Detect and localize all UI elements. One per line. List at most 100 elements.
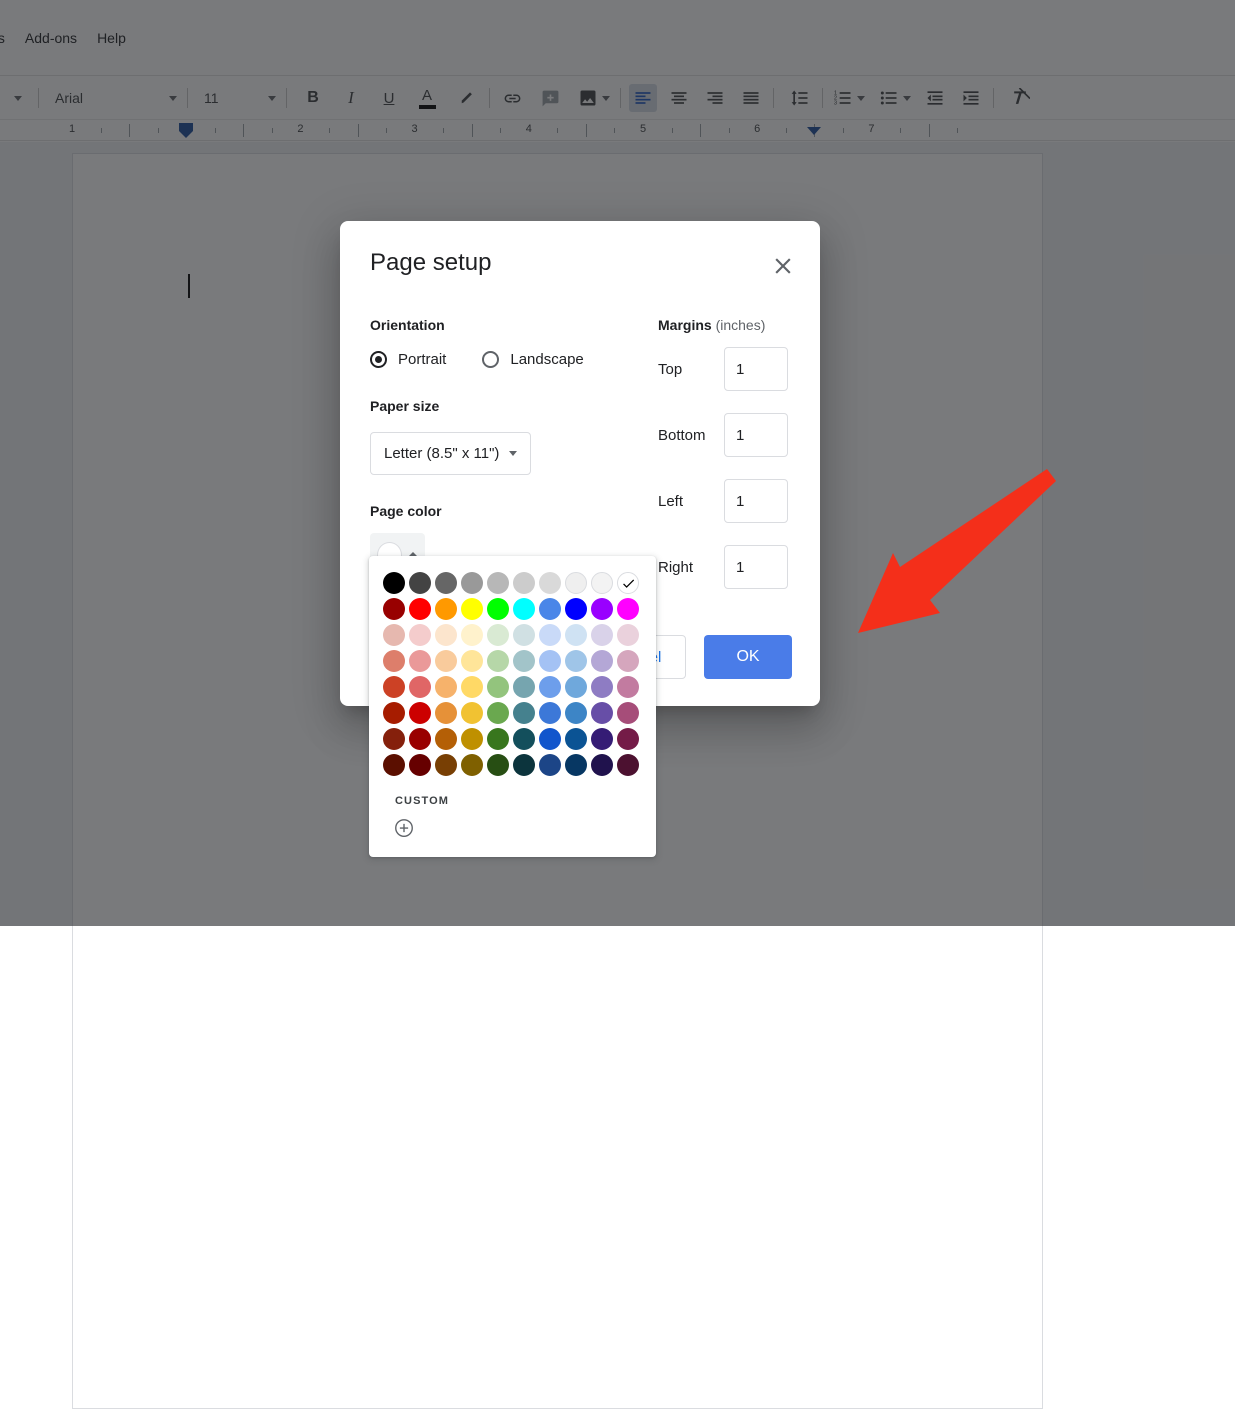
color-swatch[interactable] — [459, 648, 485, 674]
color-swatch[interactable] — [589, 570, 615, 596]
color-swatch[interactable] — [459, 700, 485, 726]
color-swatch[interactable] — [563, 700, 589, 726]
color-swatch[interactable] — [459, 674, 485, 700]
color-swatch[interactable] — [563, 726, 589, 752]
color-swatch[interactable] — [407, 648, 433, 674]
margin-input-left[interactable] — [724, 479, 788, 523]
color-swatch[interactable] — [563, 570, 589, 596]
color-swatch[interactable] — [433, 570, 459, 596]
color-swatch[interactable] — [459, 726, 485, 752]
color-swatch[interactable] — [433, 596, 459, 622]
color-swatch[interactable] — [563, 648, 589, 674]
color-swatch[interactable] — [615, 700, 641, 726]
color-swatch[interactable] — [589, 752, 615, 778]
color-swatch[interactable] — [433, 648, 459, 674]
orientation-option-landscape[interactable]: Landscape — [482, 351, 583, 368]
color-swatch[interactable] — [589, 648, 615, 674]
color-swatch[interactable] — [615, 596, 641, 622]
color-swatch-dot — [461, 728, 483, 750]
margin-input-bottom[interactable] — [724, 413, 788, 457]
color-swatch[interactable] — [563, 596, 589, 622]
color-swatch[interactable] — [485, 674, 511, 700]
color-swatch[interactable] — [485, 752, 511, 778]
color-swatch[interactable] — [407, 674, 433, 700]
color-swatch-dot — [565, 624, 587, 646]
margin-fields: TopBottomLeftRight — [658, 347, 808, 589]
color-swatch[interactable] — [511, 596, 537, 622]
color-swatch[interactable] — [381, 570, 407, 596]
ok-button[interactable]: OK — [704, 635, 792, 679]
color-swatch[interactable] — [537, 648, 563, 674]
color-swatch[interactable] — [381, 648, 407, 674]
color-swatch[interactable] — [537, 622, 563, 648]
color-swatch[interactable] — [537, 674, 563, 700]
color-swatch[interactable] — [511, 570, 537, 596]
color-swatch[interactable] — [459, 752, 485, 778]
orientation-option-portrait[interactable]: Portrait — [370, 351, 446, 368]
color-swatch[interactable] — [511, 700, 537, 726]
color-swatch[interactable] — [433, 700, 459, 726]
page-color-palette-popup: CUSTOM — [369, 556, 656, 857]
color-swatch[interactable] — [537, 752, 563, 778]
color-swatch[interactable] — [563, 674, 589, 700]
color-swatch[interactable] — [615, 622, 641, 648]
color-swatch[interactable] — [407, 570, 433, 596]
color-swatch[interactable] — [433, 622, 459, 648]
color-swatch[interactable] — [537, 700, 563, 726]
color-swatch-dot — [617, 728, 639, 750]
color-swatch[interactable] — [407, 700, 433, 726]
color-swatch[interactable] — [381, 622, 407, 648]
color-swatch[interactable] — [589, 674, 615, 700]
color-swatch[interactable] — [563, 622, 589, 648]
color-swatch[interactable] — [615, 648, 641, 674]
color-swatch[interactable] — [511, 674, 537, 700]
color-swatch[interactable] — [511, 752, 537, 778]
color-swatch[interactable] — [381, 726, 407, 752]
dialog-right-column: Margins (inches) TopBottomLeftRight — [658, 317, 808, 611]
color-swatch[interactable] — [537, 596, 563, 622]
color-swatch[interactable] — [459, 596, 485, 622]
color-swatch[interactable] — [433, 752, 459, 778]
color-swatch[interactable] — [615, 570, 641, 596]
margin-input-top[interactable] — [724, 347, 788, 391]
color-swatch[interactable] — [485, 700, 511, 726]
color-swatch[interactable] — [381, 596, 407, 622]
color-swatch[interactable] — [589, 700, 615, 726]
color-swatch[interactable] — [589, 726, 615, 752]
color-swatch[interactable] — [511, 622, 537, 648]
margin-input-right[interactable] — [724, 545, 788, 589]
color-swatch[interactable] — [485, 596, 511, 622]
color-swatch[interactable] — [407, 726, 433, 752]
add-custom-color-button[interactable] — [393, 817, 415, 839]
color-swatch[interactable] — [381, 674, 407, 700]
color-swatch[interactable] — [537, 726, 563, 752]
color-swatch[interactable] — [589, 596, 615, 622]
close-button[interactable] — [770, 253, 796, 279]
color-swatch-dot — [461, 754, 483, 776]
color-swatch[interactable] — [407, 752, 433, 778]
color-swatch[interactable] — [563, 752, 589, 778]
color-swatch[interactable] — [459, 622, 485, 648]
color-swatch[interactable] — [407, 622, 433, 648]
color-swatch[interactable] — [485, 648, 511, 674]
color-swatch[interactable] — [485, 726, 511, 752]
color-swatch[interactable] — [615, 752, 641, 778]
color-swatch[interactable] — [615, 726, 641, 752]
paper-size-select[interactable]: Letter (8.5" x 11") — [370, 432, 531, 475]
color-swatch[interactable] — [615, 674, 641, 700]
color-swatch[interactable] — [589, 622, 615, 648]
color-swatch[interactable] — [537, 570, 563, 596]
color-swatch[interactable] — [433, 674, 459, 700]
color-swatch[interactable] — [511, 726, 537, 752]
color-swatch[interactable] — [407, 596, 433, 622]
color-swatch[interactable] — [381, 752, 407, 778]
margin-label-left: Left — [658, 493, 724, 510]
color-swatch-dot — [487, 624, 509, 646]
color-swatch[interactable] — [485, 622, 511, 648]
color-swatch[interactable] — [485, 570, 511, 596]
radio-selected-icon — [370, 351, 387, 368]
color-swatch[interactable] — [433, 726, 459, 752]
color-swatch[interactable] — [459, 570, 485, 596]
color-swatch[interactable] — [511, 648, 537, 674]
color-swatch[interactable] — [381, 700, 407, 726]
